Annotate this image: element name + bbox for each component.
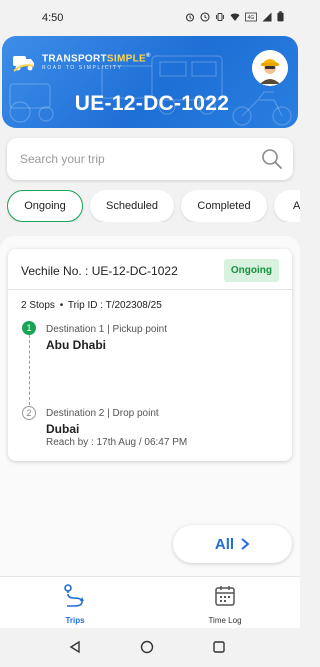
nav-time-log[interactable]: Time Log xyxy=(185,583,265,625)
calendar-icon xyxy=(215,586,235,606)
status-icons: 4G xyxy=(185,11,284,22)
clock-icon xyxy=(200,11,210,22)
back-icon[interactable] xyxy=(68,640,82,654)
stop-1-label: Destination 1 | Pickup point xyxy=(46,324,168,335)
profile-avatar[interactable] xyxy=(252,50,288,86)
header-banner: TRANSPORTSIMPLE® ROAD TO SIMPLICITY UE-1… xyxy=(2,36,298,128)
search-input[interactable] xyxy=(18,151,293,167)
home-icon[interactable] xyxy=(140,640,154,654)
trip-id: Trip ID : T/202308/25 xyxy=(67,300,162,311)
tab-completed[interactable]: Completed xyxy=(181,190,267,222)
stop-2-city: Dubai xyxy=(46,422,80,436)
lte-icon: 4G xyxy=(245,12,257,21)
wifi-icon xyxy=(230,13,240,21)
battery-icon xyxy=(277,11,284,22)
status-badge: Ongoing xyxy=(223,259,279,282)
system-navigation-bar xyxy=(0,628,300,667)
card-divider xyxy=(8,289,292,290)
nav-trips[interactable]: Trips xyxy=(35,583,115,625)
stop-1-city: Abu Dhabi xyxy=(46,338,106,352)
signal-icon xyxy=(262,12,272,21)
brand-tagline: ROAD TO SIMPLICITY xyxy=(42,65,123,72)
truck-logo-icon xyxy=(13,56,35,72)
brand-mark: ® xyxy=(145,52,151,59)
stop-number-1: 1 xyxy=(22,321,36,335)
driver-avatar-icon xyxy=(252,50,288,86)
all-trips-label: All xyxy=(214,535,235,553)
search-icon[interactable] xyxy=(261,148,283,170)
svg-text:4G: 4G xyxy=(248,15,255,21)
tab-ongoing[interactable]: Ongoing xyxy=(7,190,83,222)
vibrate-icon xyxy=(216,12,224,21)
route-icon xyxy=(64,584,84,607)
nav-trips-label: Trips xyxy=(65,616,85,625)
brand-name-part1: TRANSPORT xyxy=(42,53,107,65)
recents-icon[interactable] xyxy=(212,640,226,654)
alarm-icon xyxy=(185,12,195,22)
stop-number-2: 2 xyxy=(22,406,36,420)
chevron-right-icon xyxy=(241,538,250,550)
brand-logo: TRANSPORTSIMPLE® ROAD TO SIMPLICITY xyxy=(12,50,151,74)
all-trips-button[interactable]: All xyxy=(173,525,292,563)
trip-filter-tabs: Ongoing Scheduled Completed All xyxy=(7,190,300,222)
route-line xyxy=(29,335,30,405)
trip-vehicle-number: Vechile No. : UE-12-DC-1022 xyxy=(21,264,178,278)
header-vehicle-number: UE-12-DC-1022 xyxy=(74,92,230,115)
nav-time-log-label: Time Log xyxy=(208,616,242,625)
brand-name-part2: SIMPLE xyxy=(106,53,146,65)
trip-card[interactable]: Vechile No. : UE-12-DC-1022 Ongoing 2 St… xyxy=(8,249,292,461)
stop-2-label: Destination 2 | Drop point xyxy=(46,408,159,419)
stop-2-reach-by: Reach by : 17th Aug / 06:47 PM xyxy=(46,437,188,448)
status-bar: 4:50 4G xyxy=(0,0,300,36)
search-bar xyxy=(7,138,293,180)
tab-scheduled[interactable]: Scheduled xyxy=(90,190,174,222)
tab-all[interactable]: All xyxy=(274,190,300,222)
status-time: 4:50 xyxy=(42,12,64,24)
stops-count: 2 Stops xyxy=(21,300,55,311)
bottom-navigation: Trips Time Log xyxy=(0,576,300,629)
trip-meta: 2 Stops • Trip ID : T/202308/25 xyxy=(21,300,162,311)
